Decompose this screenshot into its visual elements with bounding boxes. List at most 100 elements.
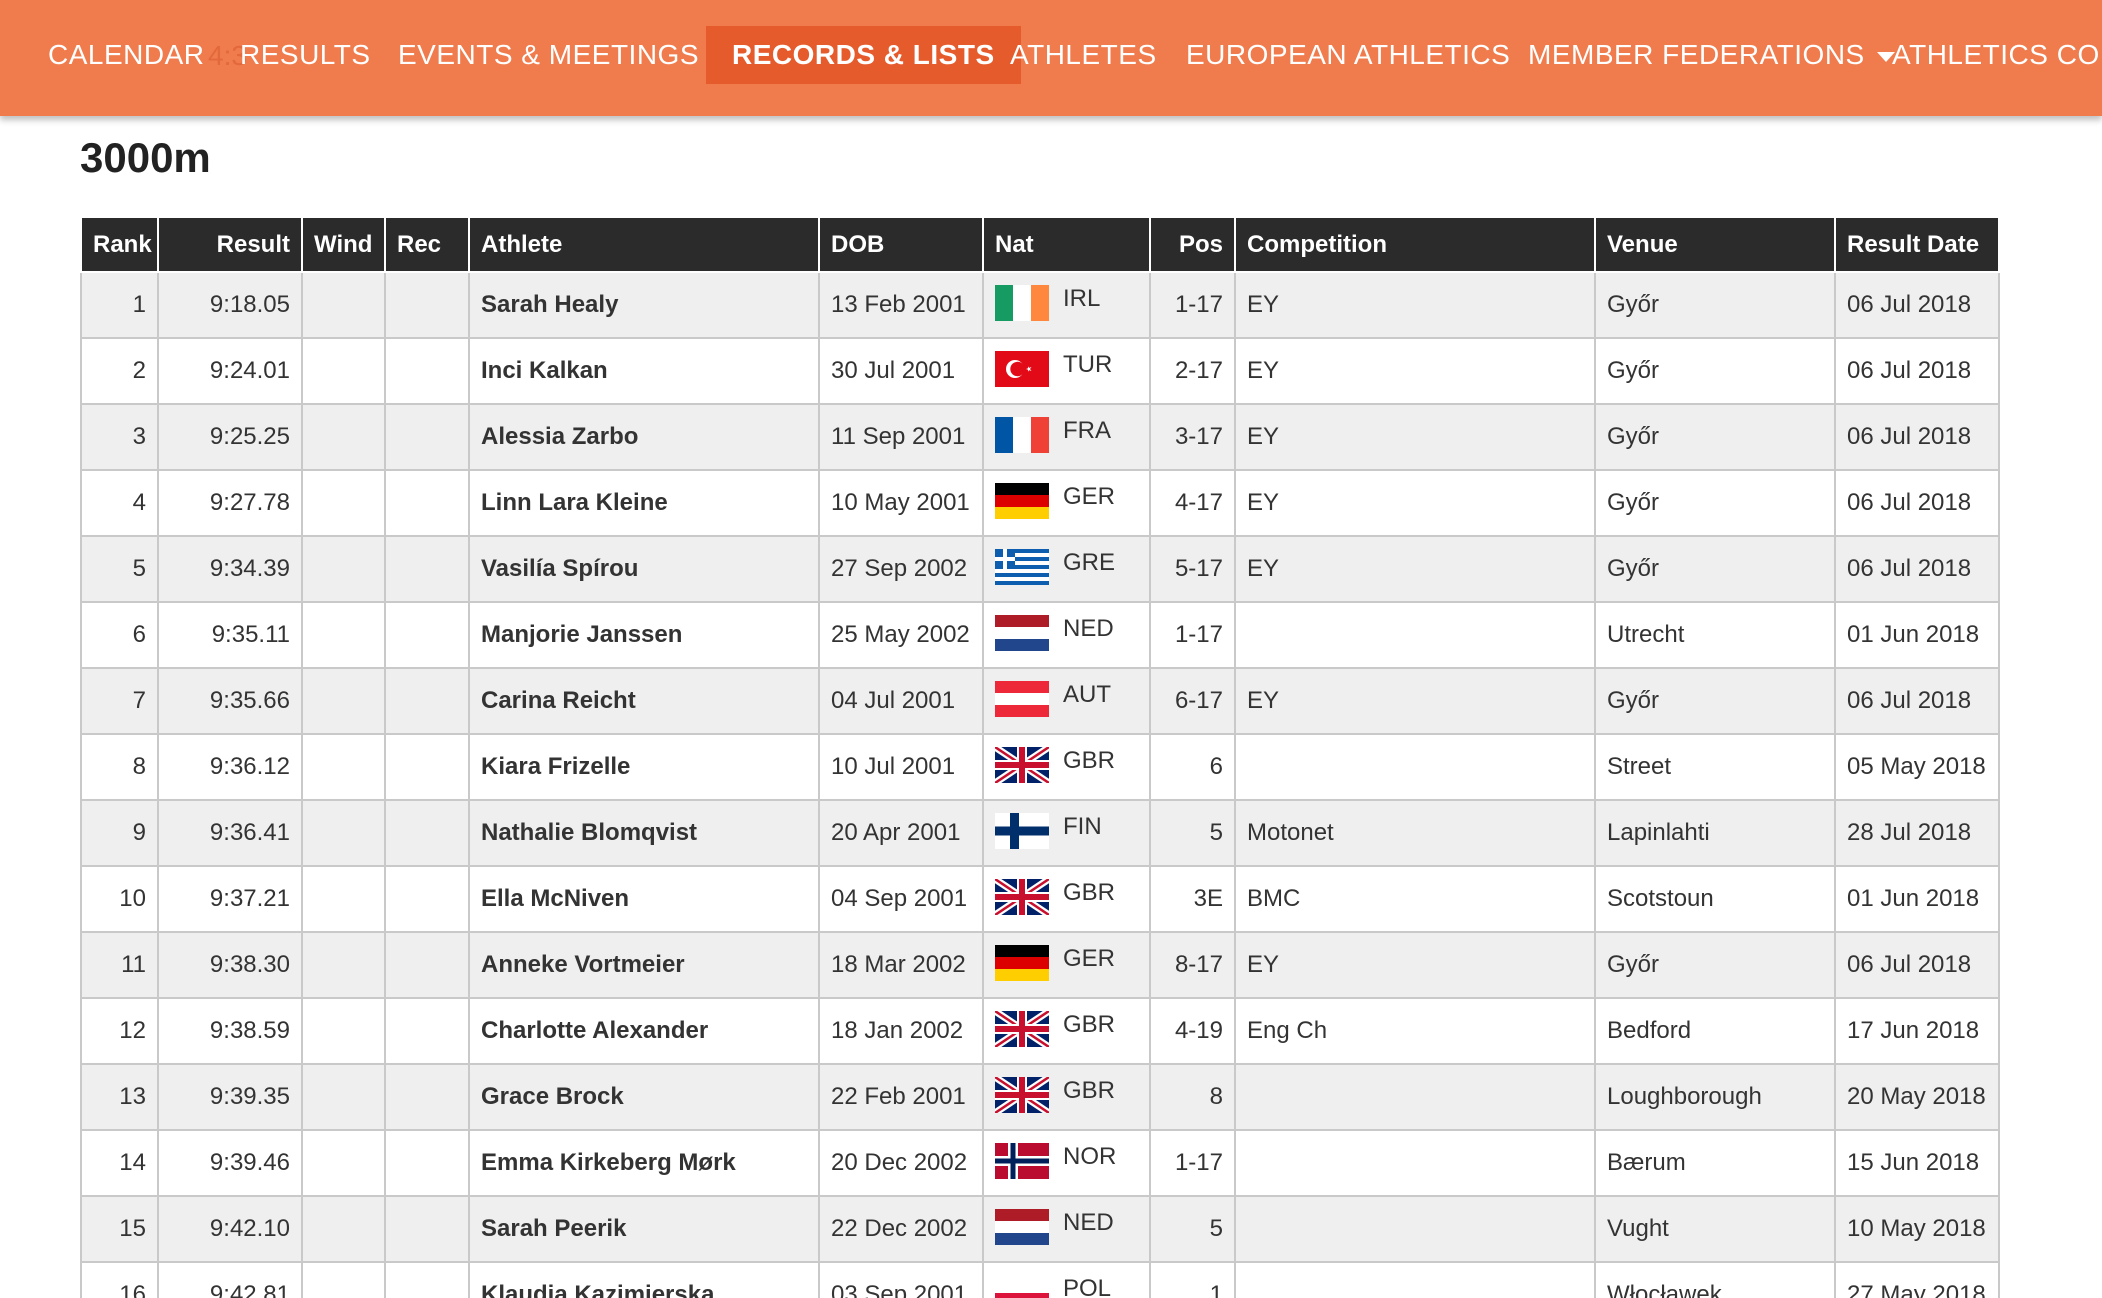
cell-athlete[interactable]: Ella McNiven bbox=[468, 865, 820, 933]
column-header-venue[interactable]: Venue bbox=[1594, 218, 1836, 273]
cell-pos: 2-17 bbox=[1149, 337, 1236, 405]
table-header-row: Rank Result Wind Rec Athlete DOB Nat Pos… bbox=[80, 218, 2000, 273]
nav-item-events-meetings[interactable]: EVENTS & MEETINGS bbox=[398, 26, 729, 84]
greece-flag-icon bbox=[995, 549, 1049, 585]
cell-athlete[interactable]: Klaudia Kazimierska bbox=[468, 1261, 820, 1298]
column-header-nat[interactable]: Nat bbox=[982, 218, 1151, 273]
cell-athlete[interactable]: Sarah Peerik bbox=[468, 1195, 820, 1263]
cell-rec bbox=[384, 1129, 470, 1197]
cell-result: 9:38.30 bbox=[157, 931, 303, 999]
cell-athlete[interactable]: Inci Kalkan bbox=[468, 337, 820, 405]
cell-dob: 18 Mar 2002 bbox=[818, 931, 984, 999]
cell-result-date: 06 Jul 2018 bbox=[1834, 535, 2000, 603]
cell-athlete[interactable]: Sarah Healy bbox=[468, 271, 820, 339]
cell-result-date: 06 Jul 2018 bbox=[1834, 469, 2000, 537]
cell-wind bbox=[301, 1195, 386, 1263]
page-title: 3000m bbox=[80, 134, 211, 181]
cell-result-date: 17 Jun 2018 bbox=[1834, 997, 2000, 1065]
table-row: 9 9:36.41 Nathalie Blomqvist 20 Apr 2001 FIN… bbox=[80, 799, 2000, 867]
nat-code: FIN bbox=[1063, 813, 1102, 840]
table-row: 14 9:39.46 Emma Kirkeberg Mørk 20 Dec 2002 N… bbox=[80, 1129, 2000, 1197]
cell-competition: EY bbox=[1234, 667, 1596, 735]
column-header-competition[interactable]: Competition bbox=[1234, 218, 1596, 273]
cell-wind bbox=[301, 931, 386, 999]
cell-competition: EY bbox=[1234, 403, 1596, 471]
cell-rank: 8 bbox=[80, 733, 159, 801]
cell-result-date: 01 Jun 2018 bbox=[1834, 865, 2000, 933]
nav-item-results[interactable]: RESULTS bbox=[240, 26, 371, 84]
cell-nat: TUR bbox=[982, 337, 1151, 405]
column-header-result-date[interactable]: Result Date bbox=[1834, 218, 2000, 273]
cell-athlete[interactable]: Anneke Vortmeier bbox=[468, 931, 820, 999]
cell-rec bbox=[384, 733, 470, 801]
cell-dob: 04 Sep 2001 bbox=[818, 865, 984, 933]
cell-nat: GBR bbox=[982, 997, 1151, 1065]
table-row: 7 9:35.66 Carina Reicht 04 Jul 2001 AUT 6-17 E… bbox=[80, 667, 2000, 735]
cell-rec bbox=[384, 1195, 470, 1263]
nav-item-member-federations[interactable]: MEMBER FEDERATIONS bbox=[1528, 26, 1895, 84]
nav-item-records-lists[interactable]: RECORDS & LISTS bbox=[706, 26, 1021, 84]
cell-venue: Włocławek bbox=[1594, 1261, 1836, 1298]
cell-athlete[interactable]: Emma Kirkeberg Mørk bbox=[468, 1129, 820, 1197]
cell-dob: 10 May 2001 bbox=[818, 469, 984, 537]
column-header-athlete[interactable]: Athlete bbox=[468, 218, 820, 273]
nav-item-european-athletics[interactable]: EUROPEAN ATHLETICS bbox=[1186, 26, 1510, 84]
cell-athlete[interactable]: Charlotte Alexander bbox=[468, 997, 820, 1065]
cell-venue: Lapinlahti bbox=[1594, 799, 1836, 867]
cell-venue: Győr bbox=[1594, 535, 1836, 603]
cell-athlete[interactable]: Grace Brock bbox=[468, 1063, 820, 1131]
cell-venue: Győr bbox=[1594, 469, 1836, 537]
cell-rec bbox=[384, 931, 470, 999]
column-header-dob[interactable]: DOB bbox=[818, 218, 984, 273]
cell-competition: EY bbox=[1234, 931, 1596, 999]
cell-pos: 6-17 bbox=[1149, 667, 1236, 735]
cell-athlete[interactable]: Linn Lara Kleine bbox=[468, 469, 820, 537]
cell-pos: 1-17 bbox=[1149, 601, 1236, 669]
table-row: 10 9:37.21 Ella McNiven 04 Sep 2001 GBR 3E BMC… bbox=[80, 865, 2000, 933]
cell-competition bbox=[1234, 1261, 1596, 1298]
cell-rank: 15 bbox=[80, 1195, 159, 1263]
table-row: 13 9:39.35 Grace Brock 22 Feb 2001 GBR 8 Lough… bbox=[80, 1063, 2000, 1131]
column-header-rec[interactable]: Rec bbox=[384, 218, 470, 273]
cell-pos: 5 bbox=[1149, 799, 1236, 867]
cell-dob: 22 Feb 2001 bbox=[818, 1063, 984, 1131]
column-header-rank[interactable]: Rank bbox=[80, 218, 159, 273]
cell-nat: FIN bbox=[982, 799, 1151, 867]
uk-flag-icon bbox=[993, 1008, 1051, 1050]
cell-pos: 3E bbox=[1149, 865, 1236, 933]
cell-wind bbox=[301, 997, 386, 1065]
cell-result-date: 06 Jul 2018 bbox=[1834, 667, 2000, 735]
table-row: 6 9:35.11 Manjorie Janssen 25 May 2002 NED 1-… bbox=[80, 601, 2000, 669]
cell-pos: 5 bbox=[1149, 1195, 1236, 1263]
cell-wind bbox=[301, 469, 386, 537]
nav-item-athletes[interactable]: ATHLETES bbox=[1010, 26, 1157, 84]
cell-athlete[interactable]: Manjorie Janssen bbox=[468, 601, 820, 669]
nav-item-athletics-com[interactable]: ATHLETICS COM bbox=[1892, 26, 2102, 84]
uk-flag-icon bbox=[993, 876, 1051, 918]
cell-athlete[interactable]: Nathalie Blomqvist bbox=[468, 799, 820, 867]
table-row: 8 9:36.12 Kiara Frizelle 10 Jul 2001 GBR 6 Str… bbox=[80, 733, 2000, 801]
cell-result-date: 05 May 2018 bbox=[1834, 733, 2000, 801]
cell-wind bbox=[301, 1063, 386, 1131]
cell-rank: 2 bbox=[80, 337, 159, 405]
cell-venue: Street bbox=[1594, 733, 1836, 801]
cell-pos: 1-17 bbox=[1149, 271, 1236, 339]
cell-athlete[interactable]: Vasilía Spírou bbox=[468, 535, 820, 603]
cell-athlete[interactable]: Kiara Frizelle bbox=[468, 733, 820, 801]
cell-nat: GBR bbox=[982, 733, 1151, 801]
cell-venue: Vught bbox=[1594, 1195, 1836, 1263]
nav-item-calendar[interactable]: CALENDAR bbox=[48, 26, 204, 84]
cell-rec bbox=[384, 799, 470, 867]
column-header-pos[interactable]: Pos bbox=[1149, 218, 1236, 273]
column-header-wind[interactable]: Wind bbox=[301, 218, 386, 273]
cell-rec bbox=[384, 601, 470, 669]
cell-rank: 16 bbox=[80, 1261, 159, 1298]
cell-dob: 04 Jul 2001 bbox=[818, 667, 984, 735]
cell-athlete[interactable]: Alessia Zarbo bbox=[468, 403, 820, 471]
cell-result: 9:42.81 bbox=[157, 1261, 303, 1298]
cell-venue: Utrecht bbox=[1594, 601, 1836, 669]
cell-athlete[interactable]: Carina Reicht bbox=[468, 667, 820, 735]
column-header-result[interactable]: Result bbox=[157, 218, 303, 273]
cell-rank: 12 bbox=[80, 997, 159, 1065]
cell-wind bbox=[301, 601, 386, 669]
